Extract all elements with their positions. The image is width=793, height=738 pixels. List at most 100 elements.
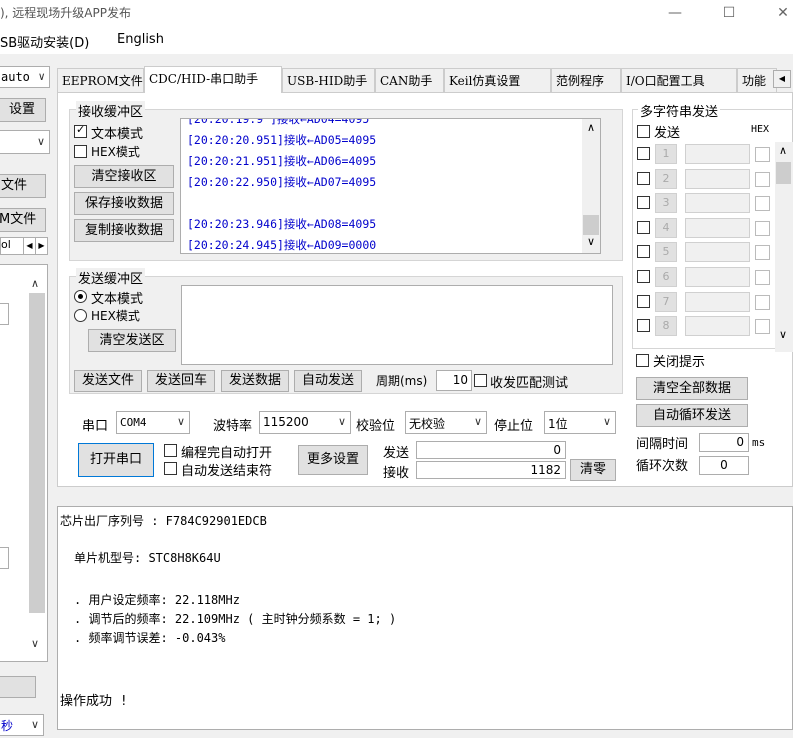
settings-button[interactable]: 设置	[0, 98, 46, 122]
multi-row-input[interactable]	[685, 168, 750, 189]
match-test-checkbox[interactable]	[474, 374, 487, 387]
close-button[interactable]: ✕	[760, 0, 793, 28]
scroll-up-icon[interactable]: ∧	[31, 277, 39, 290]
multi-row-send-button[interactable]: 4	[655, 217, 677, 238]
send-textarea[interactable]	[181, 285, 613, 365]
send-data-button[interactable]: 发送数据	[221, 370, 289, 392]
scrollbar-thumb[interactable]	[583, 215, 599, 235]
loop-count-input[interactable]: 0	[699, 456, 749, 475]
multi-row-input[interactable]	[685, 267, 750, 287]
multi-row-input[interactable]	[685, 291, 750, 312]
open-port-button[interactable]: 打开串口	[78, 443, 154, 477]
left-bottom-button[interactable]	[0, 676, 36, 698]
multi-row-hex-checkbox[interactable]	[755, 294, 770, 310]
auto-combo[interactable]: auto ∨	[0, 66, 50, 88]
multi-row-send-button[interactable]: 2	[655, 168, 677, 189]
interval-input[interactable]: 0	[699, 433, 749, 452]
clear-receive-button[interactable]: 清空接收区	[74, 165, 174, 188]
multi-row-checkbox[interactable]	[637, 294, 650, 308]
tab-keil[interactable]: Keil仿真设置	[444, 68, 551, 92]
multi-row-send-button[interactable]: 8	[655, 316, 677, 337]
scroll-down-icon[interactable]: ∨	[587, 235, 595, 248]
scroll-down-icon[interactable]: ∨	[31, 637, 39, 650]
parity-combo[interactable]: 无校验 ∨	[405, 411, 487, 434]
send-return-button[interactable]: 发送回车	[147, 370, 215, 392]
tab-usb-hid[interactable]: USB-HID助手	[282, 68, 375, 92]
multi-row-hex-checkbox[interactable]	[755, 147, 770, 162]
more-settings-button[interactable]: 更多设置	[298, 445, 368, 475]
multi-row-hex-checkbox[interactable]	[755, 196, 770, 212]
multi-row-hex-checkbox[interactable]	[755, 220, 770, 236]
multi-scrollbar[interactable]: ∧ ∨	[775, 142, 793, 352]
multi-row-hex-checkbox[interactable]	[755, 270, 770, 285]
multi-row-send-button[interactable]: 6	[655, 267, 677, 287]
tab-scroll-left-icon[interactable]: ◀	[773, 70, 791, 88]
multi-row-checkbox[interactable]	[637, 147, 650, 160]
tab-can[interactable]: CAN助手	[375, 68, 444, 92]
send-hex-mode-radio[interactable]	[74, 309, 87, 322]
multi-row-send-button[interactable]: 5	[655, 242, 677, 263]
multi-row-input[interactable]	[685, 316, 750, 337]
tab-examples[interactable]: 范例程序	[551, 68, 621, 92]
menu-usb-driver[interactable]: SB驱动安装(D)	[0, 32, 89, 51]
auto-open-checkbox[interactable]	[164, 444, 177, 457]
multi-row-hex-checkbox[interactable]	[755, 171, 770, 187]
multi-row-hex-checkbox[interactable]	[755, 319, 770, 335]
clear-count-button[interactable]: 清零	[570, 459, 616, 481]
close-tips-checkbox[interactable]	[636, 354, 649, 367]
left-list[interactable]: ∧ ∨	[0, 264, 48, 662]
receive-textarea[interactable]: [20:20:19.9 ]接收←AD04=4095 [20:20:20.951]…	[180, 118, 601, 254]
multi-row-input[interactable]	[685, 144, 750, 164]
multi-row-send-button[interactable]: 7	[655, 291, 677, 312]
left-list-item[interactable]	[0, 547, 9, 569]
copy-receive-button[interactable]: 复制接收数据	[74, 219, 174, 242]
auto-end-checkbox[interactable]	[164, 462, 177, 475]
left-arrow-icon[interactable]: ◀	[23, 238, 35, 254]
open-eeprom-button[interactable]: M文件	[0, 208, 46, 232]
multi-row-checkbox[interactable]	[637, 245, 650, 259]
scroll-down-icon[interactable]: ∨	[779, 328, 787, 341]
multi-row-checkbox[interactable]	[637, 270, 650, 283]
spin-control[interactable]: ol ◀ ▶	[0, 237, 48, 255]
multi-row-checkbox[interactable]	[637, 220, 650, 234]
clear-all-button[interactable]: 清空全部数据	[636, 377, 748, 400]
multi-row-input[interactable]	[685, 193, 750, 214]
speed-combo[interactable]: 秒 ∨	[0, 714, 44, 736]
multi-row-checkbox[interactable]	[637, 196, 650, 210]
baud-combo[interactable]: 115200 ∨	[259, 411, 351, 434]
port-combo[interactable]: COM4 ∨	[116, 411, 190, 434]
tab-eeprom[interactable]: EEPROM文件	[57, 68, 144, 92]
auto-loop-button[interactable]: 自动循环发送	[636, 404, 748, 427]
send-file-button[interactable]: 发送文件	[74, 370, 142, 392]
multi-row-input[interactable]	[685, 242, 750, 263]
right-arrow-icon[interactable]: ▶	[35, 238, 47, 254]
tab-cdc-serial[interactable]: CDC/HID-串口助手	[144, 66, 282, 93]
save-receive-button[interactable]: 保存接收数据	[74, 192, 174, 215]
auto-send-button[interactable]: 自动发送	[294, 370, 362, 392]
multi-row-send-button[interactable]: 1	[655, 144, 677, 164]
output-area[interactable]: 芯片出厂序列号 : F784C92901EDCB 单片机型号: STC8H8K6…	[57, 506, 793, 730]
scroll-up-icon[interactable]: ∧	[587, 121, 595, 134]
multi-row-input[interactable]	[685, 217, 750, 238]
scroll-up-icon[interactable]: ∧	[779, 144, 787, 157]
tab-io-config[interactable]: I/O口配置工具	[621, 68, 737, 92]
receive-hex-mode-checkbox[interactable]	[74, 145, 87, 158]
minimize-button[interactable]: —	[652, 0, 698, 28]
scrollbar-thumb[interactable]	[776, 162, 791, 184]
multi-row-send-button[interactable]: 3	[655, 193, 677, 214]
receive-scrollbar[interactable]: ∧ ∨	[582, 119, 600, 253]
tab-functions[interactable]: 功能	[737, 68, 777, 92]
open-file-button[interactable]: 文件	[0, 174, 46, 198]
period-input[interactable]: 10	[436, 370, 472, 391]
scrollbar-thumb[interactable]	[29, 293, 45, 613]
left-list-item[interactable]	[0, 303, 9, 325]
multi-send-checkbox[interactable]	[637, 125, 650, 138]
send-text-mode-radio[interactable]	[74, 290, 87, 303]
left-combo-2[interactable]: ∨	[0, 130, 50, 154]
clear-send-button[interactable]: 清空发送区	[88, 329, 176, 352]
multi-row-checkbox[interactable]	[637, 319, 650, 333]
multi-row-checkbox[interactable]	[637, 171, 650, 185]
maximize-button[interactable]: ☐	[706, 0, 752, 28]
stop-bit-combo[interactable]: 1位 ∨	[544, 411, 616, 434]
menu-english[interactable]: English	[117, 32, 164, 47]
